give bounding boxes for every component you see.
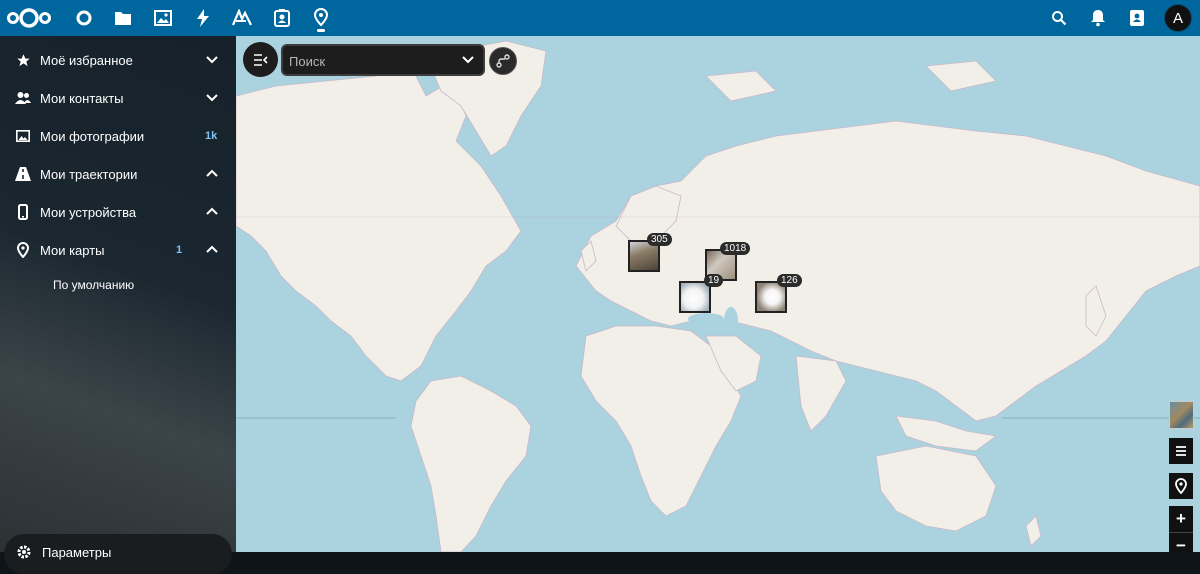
photo-cluster-scandinavia[interactable]: 305	[628, 233, 672, 272]
search-bar	[281, 44, 485, 76]
chevron-up-icon[interactable]	[205, 206, 219, 218]
chevron-down-icon[interactable]	[461, 55, 475, 65]
sidebar-item-tracks[interactable]: Мои траектории	[0, 155, 236, 193]
sidebar-item-favorites[interactable]: Моё избранное	[0, 41, 236, 79]
settings-button[interactable]: Параметры	[4, 534, 232, 574]
location-pin-icon	[1175, 478, 1187, 494]
photos-count-badge: 1k	[205, 130, 218, 142]
dashboard-icon[interactable]	[71, 5, 97, 31]
cluster-count: 305	[647, 233, 672, 246]
contacts-icon[interactable]	[269, 5, 295, 31]
contacts-group-icon	[15, 90, 31, 106]
sidebar-item-maps[interactable]: Мои карты 1	[0, 231, 236, 269]
app-navigation: Моё избранное Мои контакты Мои фотографи…	[0, 36, 236, 574]
route-button[interactable]	[489, 47, 517, 75]
cluster-count: 1018	[720, 242, 751, 255]
map-pin-icon	[15, 242, 31, 258]
photo-thumbnail	[681, 283, 709, 311]
photo-cluster-kazakhstan[interactable]: 126	[755, 274, 802, 313]
chevron-down-icon[interactable]	[205, 54, 219, 66]
search-input[interactable]	[289, 51, 449, 71]
gear-icon	[17, 545, 31, 559]
chevron-up-icon[interactable]	[205, 168, 219, 180]
sidebar-item-label: Моё избранное	[40, 52, 133, 68]
chevron-down-icon[interactable]	[205, 92, 219, 104]
sidebar-item-label: Мои устройства	[40, 204, 137, 220]
subitem-label: По умолчанию	[53, 278, 135, 292]
satellite-layer-toggle[interactable]	[1169, 401, 1194, 429]
photos-icon[interactable]	[150, 5, 176, 31]
sidebar-item-photos[interactable]: Мои фотографии 1k	[0, 117, 236, 155]
toggle-sidebar-button[interactable]	[243, 42, 278, 77]
user-avatar[interactable]: A	[1164, 4, 1192, 32]
maps-icon[interactable]	[308, 5, 334, 31]
photo-cluster-caucasus[interactable]: 19	[679, 274, 724, 313]
maps-count-badge: 1	[176, 244, 183, 256]
sidebar-item-label: Мои карты	[40, 242, 105, 258]
cluster-count: 19	[704, 274, 724, 287]
files-icon[interactable]	[110, 5, 136, 31]
photo-thumbnail	[630, 242, 658, 270]
cluster-count: 126	[777, 274, 802, 287]
notifications-bell-icon[interactable]	[1085, 5, 1111, 31]
menu-lines-icon	[1176, 446, 1186, 456]
top-header: A	[0, 0, 1200, 36]
sidebar-item-label: Мои фотографии	[40, 128, 145, 144]
notes-icon[interactable]	[229, 5, 255, 31]
star-icon	[15, 52, 31, 68]
locate-button[interactable]	[1169, 473, 1193, 499]
image-icon	[15, 128, 31, 144]
sidebar-subitem-default-map[interactable]: По умолчанию	[0, 272, 236, 298]
sidebar-item-devices[interactable]: Мои устройства	[0, 193, 236, 231]
map-tiles	[236, 40, 1200, 552]
world-map[interactable]: 305 1018 19 126 + −	[236, 36, 1200, 552]
contacts-menu-icon[interactable]	[1124, 5, 1150, 31]
active-app-indicator	[317, 29, 325, 32]
route-icon	[496, 54, 510, 68]
settings-label: Параметры	[42, 545, 112, 560]
menu-collapse-icon	[253, 53, 268, 66]
zoom-out-button[interactable]: −	[1169, 532, 1193, 552]
layers-menu-button[interactable]	[1169, 438, 1193, 464]
sidebar-item-label: Мои траектории	[40, 166, 138, 182]
photo-thumbnail	[757, 283, 785, 311]
nextcloud-logo[interactable]	[5, 6, 53, 30]
phone-icon	[15, 204, 31, 220]
road-icon	[15, 166, 31, 182]
chevron-up-icon[interactable]	[205, 244, 219, 256]
activity-icon[interactable]	[190, 5, 216, 31]
sidebar-item-label: Мои контакты	[40, 90, 124, 106]
avatar-letter: A	[1172, 9, 1183, 27]
zoom-in-button[interactable]: +	[1169, 506, 1193, 532]
search-icon[interactable]	[1046, 5, 1072, 31]
sidebar-item-contacts[interactable]: Мои контакты	[0, 79, 236, 117]
